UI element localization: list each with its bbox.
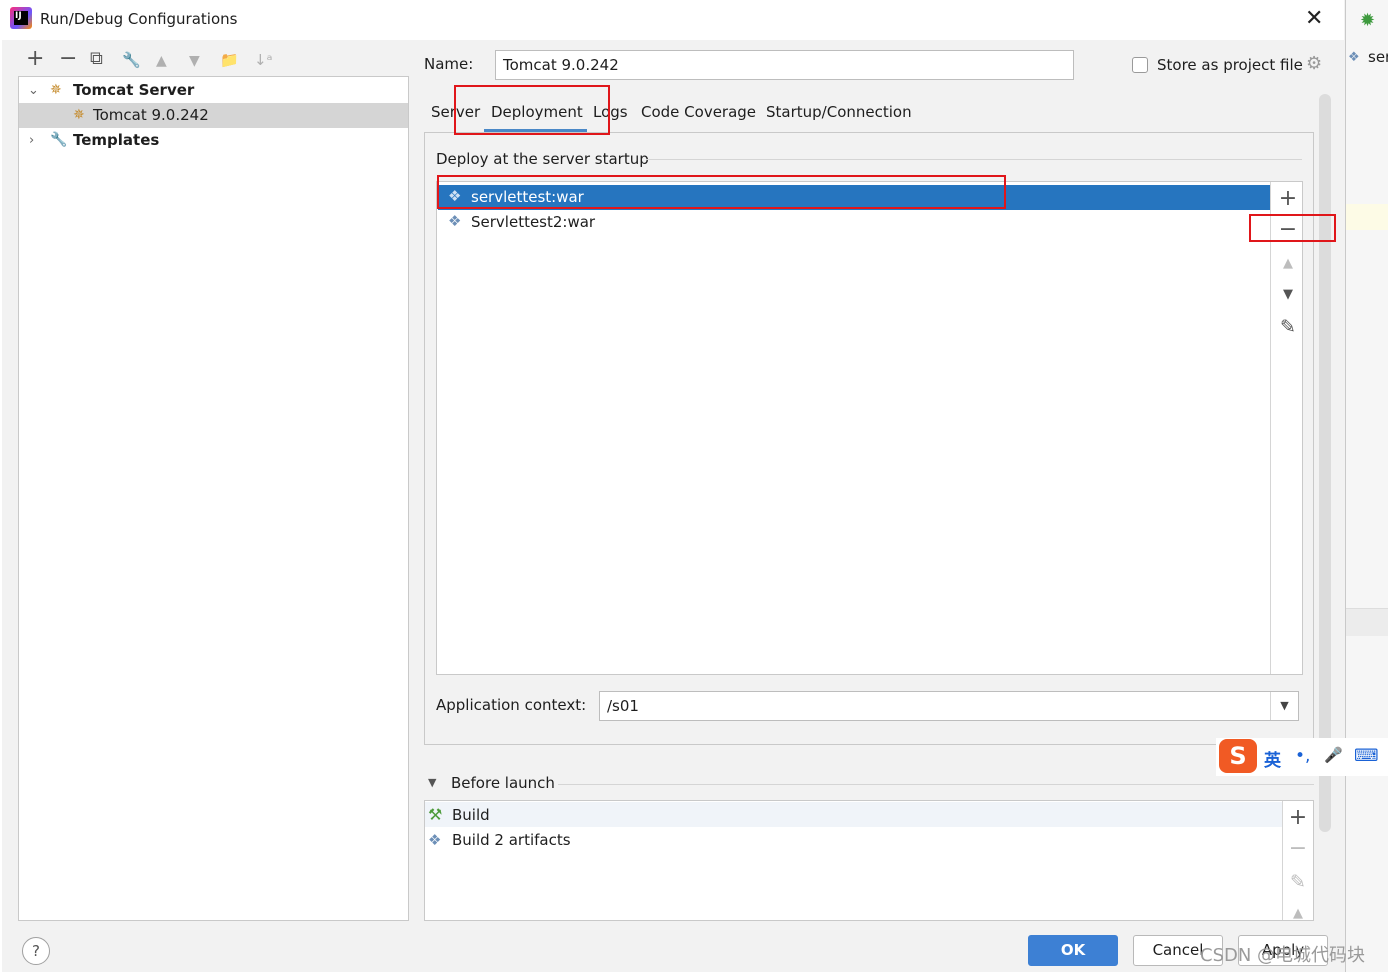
list-item-label: Servlettest2:war (471, 213, 596, 231)
section-divider (558, 784, 1314, 785)
application-context-label: Application context: (436, 696, 587, 714)
list-toolbar-divider (1270, 182, 1271, 674)
configuration-tree: ⌄ ✵ Tomcat Server ✵ Tomcat 9.0.242 › 🔧 T… (18, 76, 409, 921)
tree-item-label: Templates (73, 131, 160, 149)
ok-button[interactable]: OK (1028, 935, 1118, 966)
move-up-icon[interactable]: ▲ (156, 53, 167, 69)
hammer-icon: ⚒ (428, 805, 443, 824)
name-label: Name: (424, 55, 474, 73)
add-artifact-button[interactable]: + (1278, 186, 1298, 211)
add-task-button[interactable]: + (1288, 805, 1308, 830)
chevron-right-icon[interactable]: › (29, 128, 34, 153)
annotation-box-remove-button (1249, 214, 1336, 242)
store-as-project-file-label[interactable]: Store as project file (1157, 56, 1303, 74)
intellij-logo-icon: IJ (10, 7, 32, 29)
collapse-arrow-icon[interactable]: ▼ (428, 776, 436, 789)
wrench-icon: 🔧 (50, 132, 68, 148)
list-item[interactable]: Build (452, 806, 490, 824)
tree-item-label: Tomcat Server (73, 81, 195, 99)
move-up-icon[interactable]: ▲ (1288, 906, 1308, 921)
tree-item-tomcat-server[interactable]: ⌄ ✵ Tomcat Server (19, 78, 408, 103)
list-toolbar-divider (1282, 801, 1283, 920)
background-divider (1346, 608, 1388, 636)
list-item[interactable]: Build 2 artifacts (452, 831, 571, 849)
list-item[interactable]: Servlettest2:war (438, 210, 1270, 235)
name-input[interactable]: Tomcat 9.0.242 (495, 50, 1074, 80)
move-down-icon[interactable]: ▼ (1278, 287, 1298, 302)
chevron-down-icon[interactable]: ⌄ (28, 78, 39, 103)
remove-task-button[interactable]: − (1288, 836, 1308, 861)
sort-icon[interactable]: ↓ᵃ (254, 51, 272, 69)
folder-icon[interactable]: 📁 (220, 51, 239, 69)
microphone-icon[interactable]: 🎤 (1324, 746, 1343, 764)
tomcat-icon: ✵ (73, 107, 85, 123)
tree-item-templates[interactable]: › 🔧 Templates (19, 128, 408, 153)
background-tab-label: ser (1368, 48, 1388, 66)
application-context-input[interactable]: /s01 (599, 691, 1299, 721)
vertical-scrollbar[interactable] (1319, 94, 1331, 832)
annotation-box-deployment-tab (454, 85, 610, 135)
help-button[interactable]: ? (22, 937, 50, 965)
background-tab-icon: ❖ (1348, 50, 1360, 65)
keyboard-icon[interactable]: ⌨ (1354, 746, 1379, 766)
bug-icon: ✹ (1360, 10, 1376, 31)
background-highlight (1346, 204, 1388, 230)
move-up-icon[interactable]: ▲ (1278, 256, 1298, 271)
before-launch-label[interactable]: Before launch (451, 774, 555, 792)
tab-startup-connection[interactable]: Startup/Connection (766, 103, 912, 121)
wrench-icon[interactable]: 🔧 (122, 51, 141, 69)
section-divider (646, 159, 1302, 160)
before-launch-row-highlight (425, 802, 1282, 827)
artifact-icon: ❖ (448, 212, 462, 230)
annotation-box-selected-artifact (437, 175, 1006, 209)
window-title: Run/Debug Configurations (40, 10, 238, 28)
chevron-down-icon[interactable]: ▼ (1270, 692, 1298, 720)
ime-language-toggle[interactable]: 英 (1264, 746, 1281, 771)
watermark: CSDN @电城代码块 (1200, 945, 1366, 966)
tab-code-coverage[interactable]: Code Coverage (641, 103, 756, 121)
close-icon[interactable]: ✕ (1305, 6, 1323, 31)
remove-configuration-button[interactable]: − (59, 46, 77, 71)
tree-item-tomcat-config[interactable]: ✵ Tomcat 9.0.242 (19, 103, 408, 128)
gear-icon[interactable]: ⚙ (1306, 53, 1322, 74)
artifact-icon: ❖ (428, 831, 442, 849)
edit-pencil-icon[interactable]: ✎ (1288, 871, 1308, 893)
edit-pencil-icon[interactable]: ✎ (1278, 316, 1298, 338)
background-ide-strip: ✹ ❖ ser (1346, 0, 1388, 972)
deploy-section-label: Deploy at the server startup (436, 150, 649, 168)
deployment-list[interactable] (436, 181, 1303, 675)
ime-punctuation-toggle[interactable]: •, (1295, 746, 1310, 766)
move-down-icon[interactable]: ▼ (189, 53, 200, 69)
copy-configuration-icon[interactable]: ⧉ (90, 48, 103, 69)
store-as-project-file-checkbox[interactable] (1132, 57, 1148, 73)
add-configuration-button[interactable]: + (26, 46, 44, 71)
tree-item-label: Tomcat 9.0.242 (93, 106, 209, 124)
sogou-logo-icon[interactable]: S (1219, 739, 1257, 773)
tomcat-icon: ✵ (50, 82, 62, 98)
